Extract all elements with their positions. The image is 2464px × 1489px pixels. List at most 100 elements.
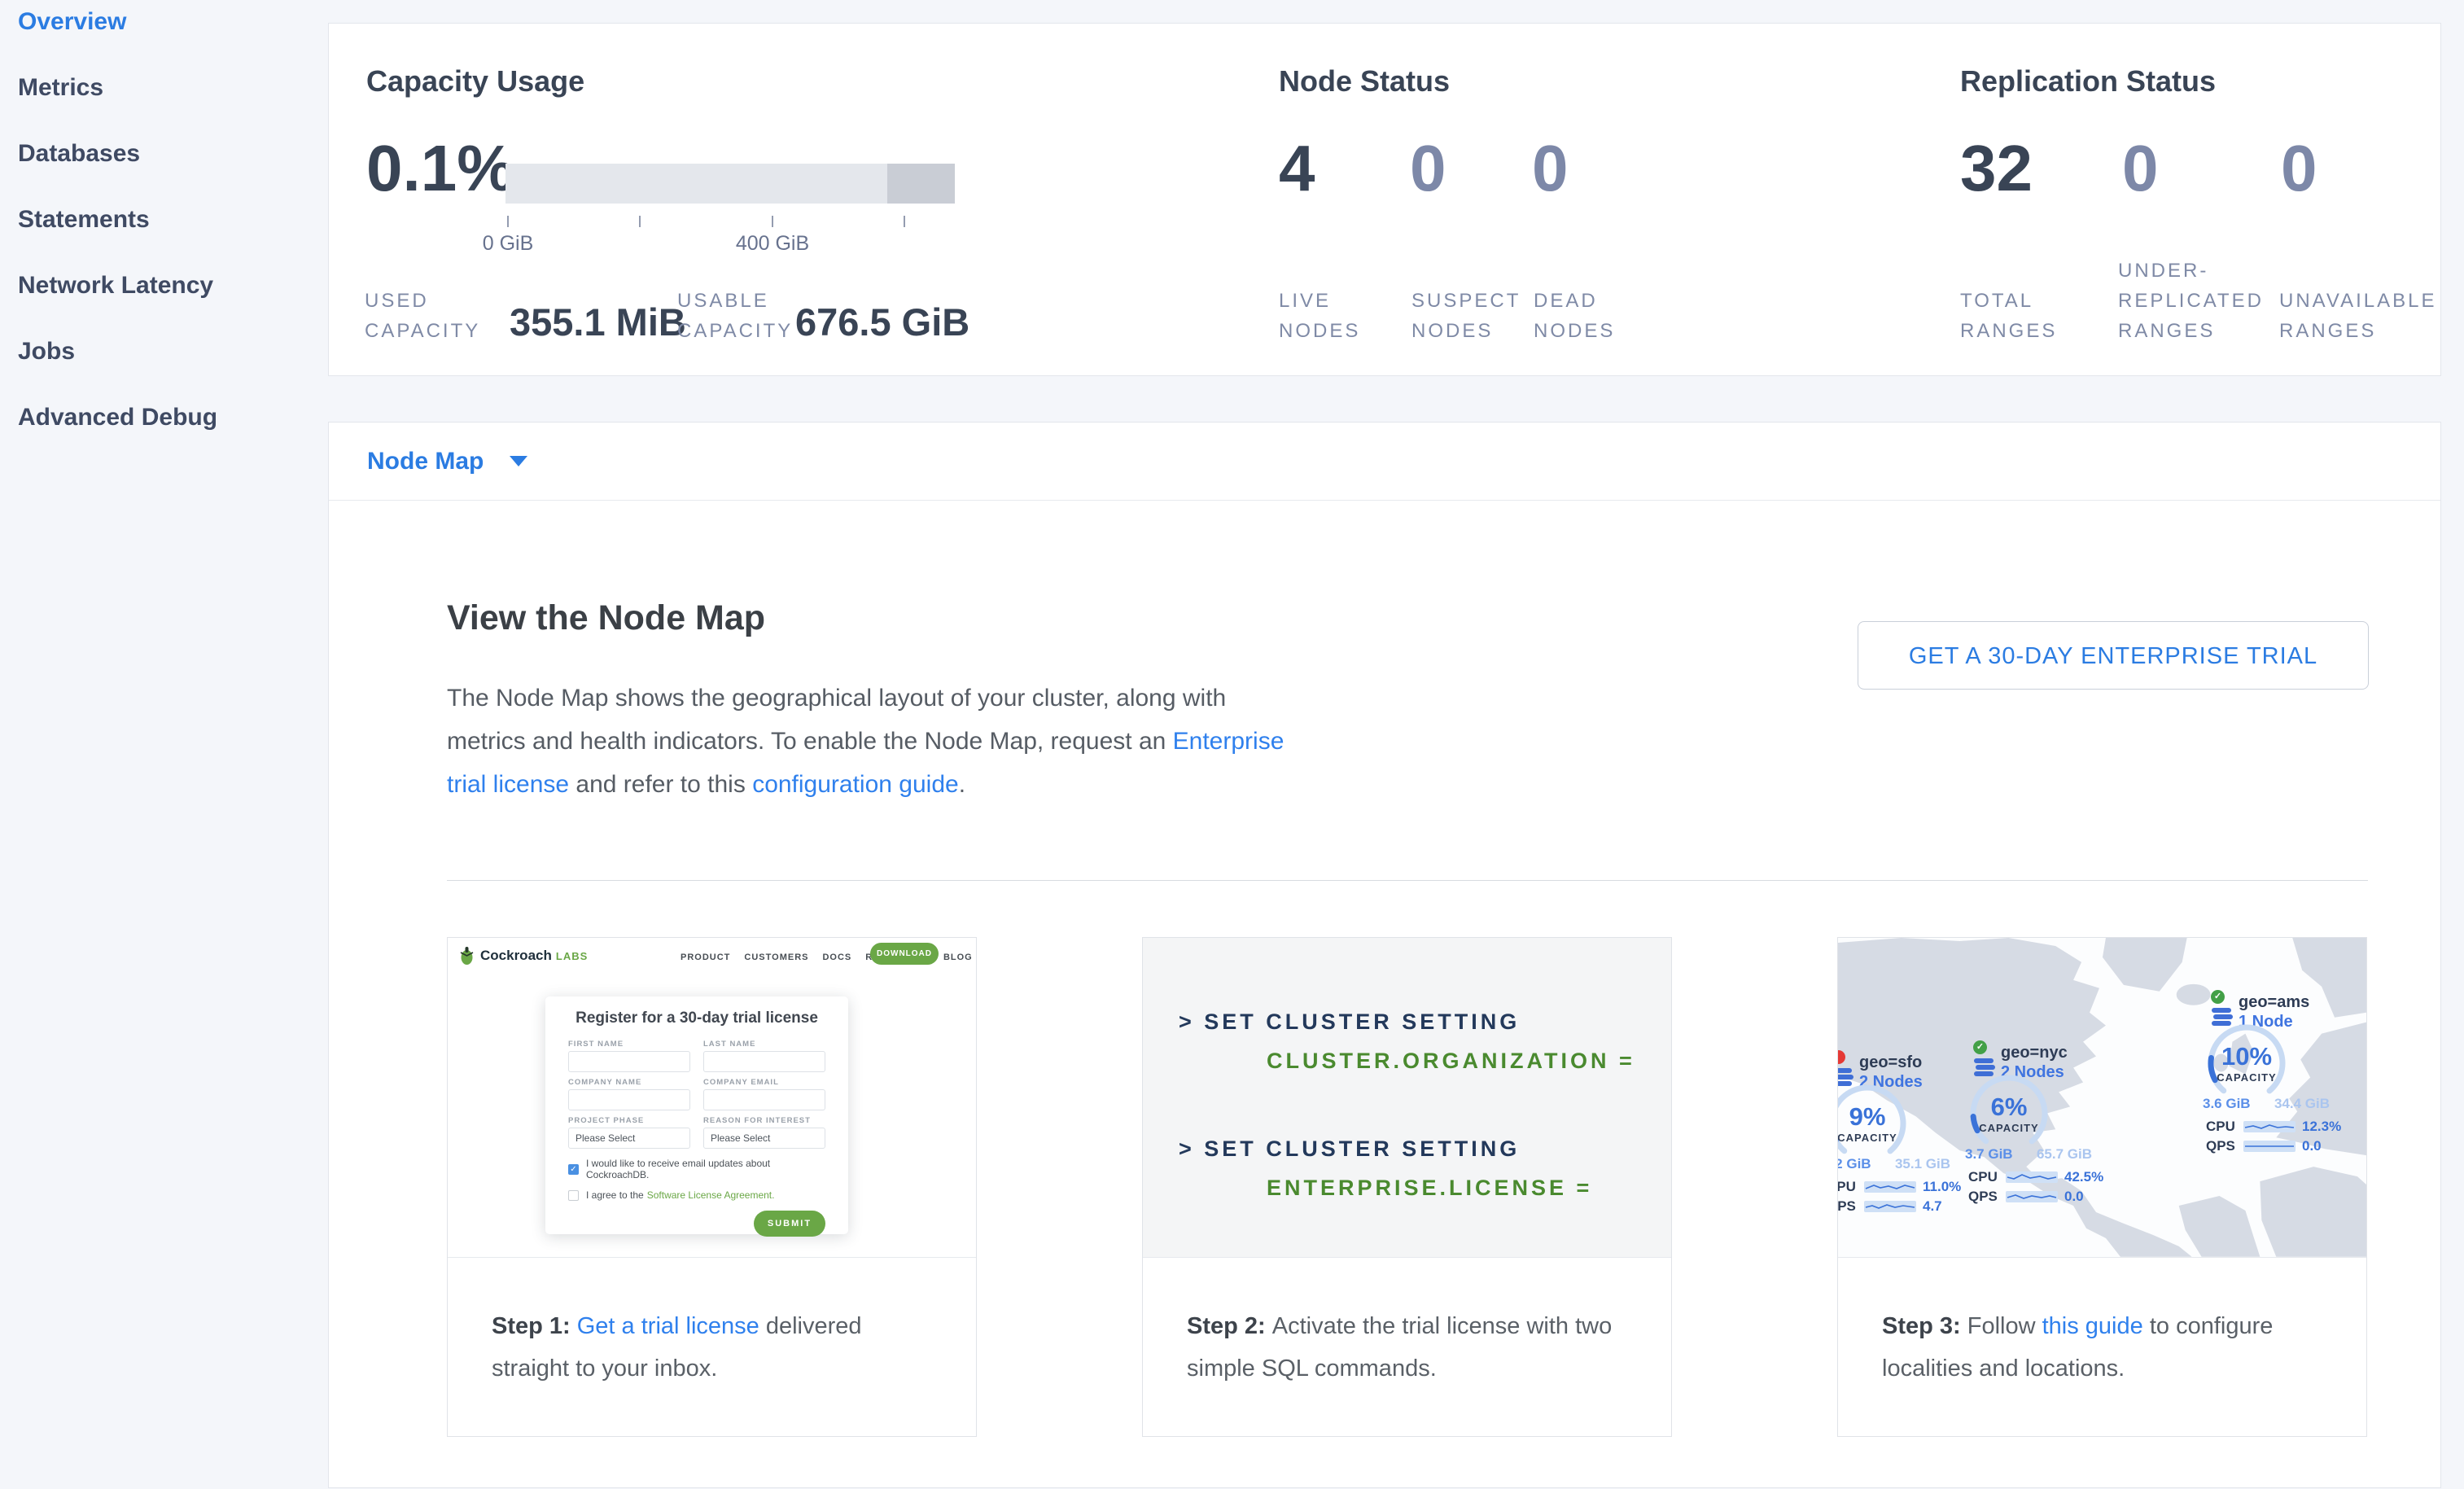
capacity-percent: 10% (2206, 1042, 2287, 1071)
sql-command-text: > SET CLUSTER SETTING (1179, 1136, 1520, 1162)
company-name-field (568, 1089, 690, 1110)
cpu-value: 12.3% (2302, 1119, 2341, 1135)
cpu-value: 42.5% (2064, 1169, 2103, 1185)
logo-suffix-text: LABS (556, 950, 588, 962)
view-node-map-heading: View the Node Map (447, 598, 765, 638)
step-1-card: Cockroach LABS PRODUCT CUSTOMERS DOCS RE… (447, 937, 977, 1437)
enterprise-trial-license-link[interactable]: Enterprise (1173, 728, 1285, 755)
capacity-usage-title: Capacity Usage (366, 64, 584, 99)
sidebar-item-jobs[interactable]: Jobs (0, 338, 328, 404)
cpu-sparkline-icon (2006, 1171, 2058, 1183)
capacity-usage-percent: 0.1% (366, 136, 514, 201)
axis-tick (904, 216, 905, 227)
step-3-card: geo=sfo 2 Nodes 9% CAPACITY 3.2 GiB35.1 … (1837, 937, 2367, 1437)
step-2-card: > SET CLUSTER SETTING CLUSTER.ORGANIZATI… (1142, 937, 1672, 1437)
capacity-label: CAPACITY (1968, 1122, 2050, 1134)
step-number-text: Step 2: (1187, 1313, 1272, 1339)
field-label: COMPANY NAME (568, 1078, 690, 1087)
live-node-status-icon (1973, 1040, 1987, 1054)
this-guide-link[interactable]: this guide (2042, 1313, 2143, 1339)
total-capacity: 34.4 GiB (2274, 1096, 2330, 1112)
reason-for-interest-select: Please Select (703, 1128, 825, 1149)
email-updates-checkbox-label: I would like to receive email updates ab… (586, 1158, 825, 1180)
qps-value: 0.0 (2302, 1138, 2322, 1154)
step-3-caption: Step 3: Follow this guide to configure l… (1838, 1258, 2366, 1390)
mini-registration-form: Register for a 30-day trial license FIRS… (545, 996, 848, 1234)
sidebar-item-advanced-debug[interactable]: Advanced Debug (0, 404, 328, 470)
checkbox-unchecked-icon (568, 1190, 579, 1201)
capacity-percent: 6% (1968, 1093, 2050, 1122)
company-email-field (703, 1089, 825, 1110)
registration-screenshot-image: Cockroach LABS PRODUCT CUSTOMERS DOCS RE… (448, 938, 976, 1258)
qps-sparkline-icon (2006, 1191, 2058, 1202)
configuration-guide-link[interactable]: configuration guide (752, 771, 959, 798)
caption-text: Follow (1967, 1313, 2042, 1339)
enterprise-trial-license-link[interactable]: trial license (447, 771, 569, 798)
node-map-selector-label[interactable]: Node Map (367, 448, 484, 475)
capacity-label: CAPACITY (1838, 1132, 1908, 1144)
sidebar-item-statements[interactable]: Statements (0, 206, 328, 272)
step-number-text: Step 3: (1882, 1313, 1967, 1339)
sidebar-item-databases[interactable]: Databases (0, 140, 328, 206)
axis-tick-label-0: 0 GiB (451, 232, 565, 256)
node-map-panel: Node Map View the Node Map The Node Map … (328, 422, 2441, 1488)
software-license-agreement-link: Software License Agreement. (647, 1189, 775, 1201)
under-replicated-ranges-count: 0 (2122, 136, 2159, 201)
project-phase-select: Please Select (568, 1128, 690, 1149)
capacity-bar-segment (887, 164, 955, 204)
qps-label: QPS (1838, 1198, 1858, 1215)
live-node-status-icon (2211, 990, 2225, 1004)
field-label: COMPANY EMAIL (703, 1078, 825, 1087)
checkbox-checked-icon (568, 1164, 579, 1175)
sidebar: Overview Metrics Databases Statements Ne… (0, 0, 328, 1489)
live-nodes-count: 4 (1279, 136, 1315, 201)
step-number-text: Step 1: (492, 1313, 577, 1339)
mini-download-button: DOWNLOAD (870, 943, 939, 965)
first-name-field (568, 1051, 690, 1072)
cpu-label: CPU (1968, 1169, 1999, 1185)
qps-value: 0.0 (2064, 1189, 2084, 1205)
qps-label: QPS (1968, 1189, 1999, 1205)
chevron-down-icon[interactable] (510, 456, 527, 466)
total-capacity: 35.1 GiB (1895, 1156, 1950, 1172)
sidebar-item-metrics[interactable]: Metrics (0, 74, 328, 140)
cpu-sparkline-icon (1864, 1181, 1916, 1193)
live-nodes-label: LIVE NODES (1279, 286, 1360, 346)
mini-form-title: Register for a 30-day trial license (568, 1009, 825, 1027)
suspect-nodes-label: SUSPECT NODES (1411, 286, 1521, 346)
locality-name: geo=nyc (2001, 1044, 2068, 1062)
locality-name: geo=ams (2239, 993, 2309, 1012)
total-capacity: 65.7 GiB (2037, 1146, 2092, 1163)
qps-label: QPS (2206, 1138, 2237, 1154)
axis-tick (507, 216, 509, 227)
get-trial-license-link[interactable]: Get a trial license (577, 1313, 759, 1339)
dead-nodes-count: 0 (1532, 136, 1569, 201)
sidebar-item-overview[interactable]: Overview (0, 8, 328, 74)
used-capacity: 3.2 GiB (1838, 1156, 1871, 1172)
enterprise-trial-button[interactable]: GET A 30-DAY ENTERPRISE TRIAL (1858, 621, 2369, 690)
used-capacity: 3.7 GiB (1965, 1146, 2013, 1163)
qps-sparkline-icon (2243, 1141, 2296, 1152)
qps-value: 4.7 (1923, 1198, 1942, 1215)
description-text: metrics and health indicators. To enable… (447, 728, 1173, 755)
used-capacity-value: 355.1 MiB (510, 303, 686, 341)
node-map-view-selector[interactable]: Node Map (329, 423, 2440, 501)
dead-nodes-label: DEAD NODES (1534, 286, 1615, 346)
nav-item: DOCS (822, 953, 851, 962)
node-map-preview-image: geo=sfo 2 Nodes 9% CAPACITY 3.2 GiB35.1 … (1838, 938, 2366, 1258)
cpu-value: 11.0% (1923, 1179, 1961, 1195)
nav-item: PRODUCT (681, 953, 730, 962)
sql-command-text: > SET CLUSTER SETTING (1179, 1009, 1520, 1035)
suspect-nodes-count: 0 (1410, 136, 1446, 201)
sidebar-item-network-latency[interactable]: Network Latency (0, 272, 328, 338)
replication-status-title: Replication Status (1960, 64, 2216, 99)
capacity-usage-bar (505, 164, 955, 204)
under-replicated-ranges-label: UNDER- REPLICATED RANGES (2118, 256, 2264, 346)
capacity-label: CAPACITY (2206, 1071, 2287, 1084)
nav-item: CUSTOMERS (744, 953, 808, 962)
total-ranges-count: 32 (1960, 136, 2033, 201)
sql-setting-text: ENTERPRISE.LICENSE = (1267, 1176, 1592, 1201)
field-label: PROJECT PHASE (568, 1116, 690, 1125)
field-label: FIRST NAME (568, 1040, 690, 1049)
usable-capacity-label: USABLE CAPACITY (677, 286, 793, 346)
